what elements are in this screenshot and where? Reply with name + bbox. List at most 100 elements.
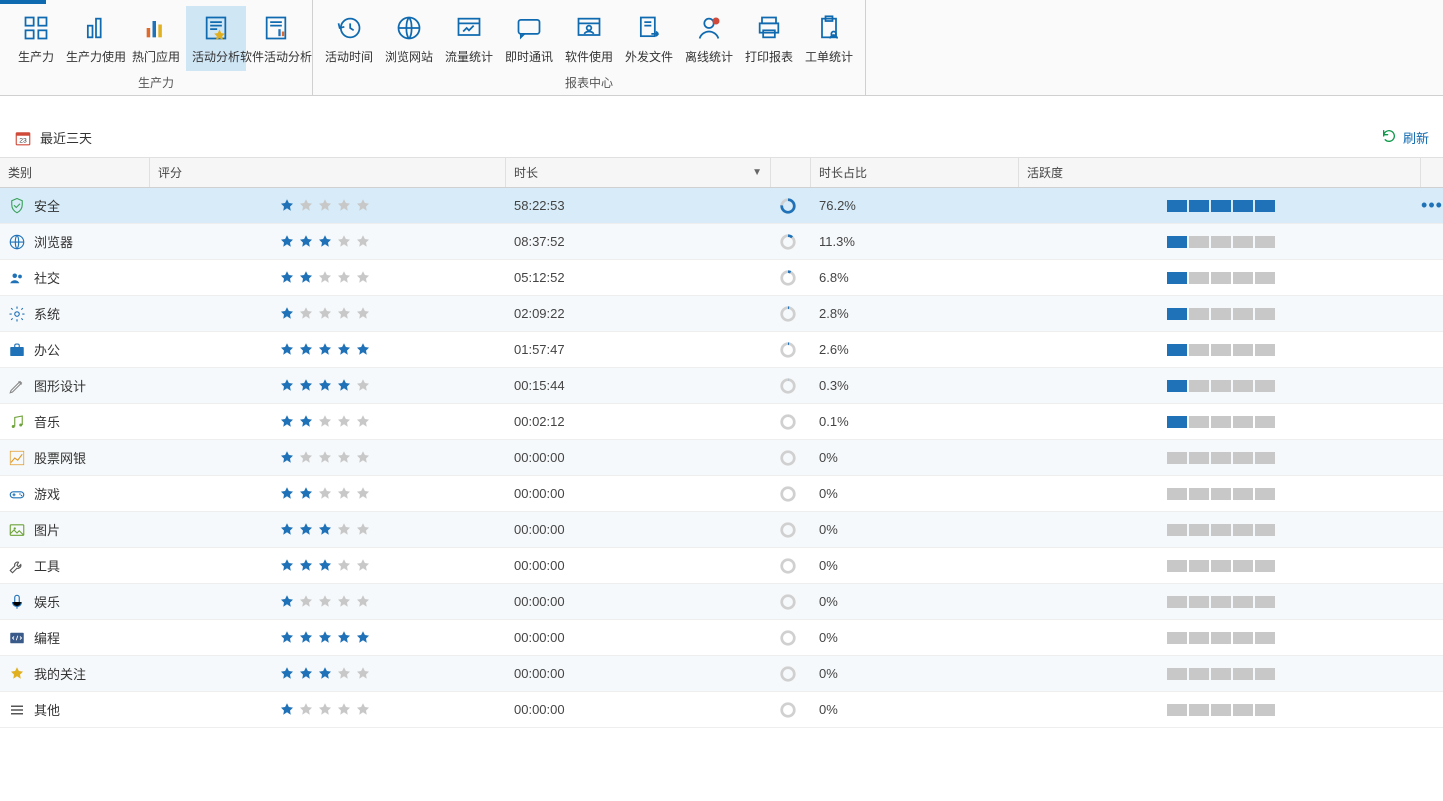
star-icon <box>335 197 353 215</box>
ribbon-item-label: 生产力使用 <box>66 48 126 65</box>
activity-segment <box>1255 200 1275 212</box>
table-row[interactable]: 图形设计00:15:440.3%••• <box>0 368 1443 404</box>
table-row[interactable]: 音乐00:02:120.1%••• <box>0 404 1443 440</box>
table-row[interactable]: 图片00:00:000%••• <box>0 512 1443 548</box>
ribbon-item-activity-time[interactable]: 活动时间 <box>319 6 379 71</box>
cell-category: 股票网银 <box>0 448 150 467</box>
ribbon-item-ticket-stats[interactable]: 工单统计 <box>799 6 859 71</box>
pct-value: 0.1% <box>819 414 849 429</box>
activity-bars <box>1027 272 1275 284</box>
ribbon-item-offline-stats[interactable]: 离线统计 <box>679 6 739 71</box>
table-row[interactable]: 浏览器08:37:5211.3%••• <box>0 224 1443 260</box>
row-actions-button[interactable]: ••• <box>1421 195 1443 216</box>
cell-rating <box>150 701 506 719</box>
star-icon <box>297 305 315 323</box>
cell-category: 游戏 <box>0 484 150 503</box>
menu-icon <box>8 701 26 719</box>
cell-pct: 0% <box>811 666 1019 681</box>
wrench-icon <box>8 557 26 575</box>
activity-bars <box>1027 488 1275 500</box>
table-row[interactable]: 游戏00:00:000%••• <box>0 476 1443 512</box>
activity-segment <box>1233 344 1253 356</box>
ribbon-item-productivity[interactable]: 生产力 <box>6 6 66 71</box>
star-icon <box>297 485 315 503</box>
ribbon-item-popular-apps[interactable]: 热门应用 <box>126 6 186 71</box>
ribbon-item-browse-website[interactable]: 浏览网站 <box>379 6 439 71</box>
pct-value: 0% <box>819 702 838 717</box>
table-row[interactable]: 娱乐00:00:000%••• <box>0 584 1443 620</box>
cell-rating <box>150 557 506 575</box>
table-body: 安全58:22:5376.2%•••浏览器08:37:5211.3%•••社交0… <box>0 188 1443 728</box>
cell-pct: 0.3% <box>811 378 1019 393</box>
clock-back-icon <box>333 12 365 44</box>
ribbon-item-outgoing-files[interactable]: 外发文件 <box>619 6 679 71</box>
table-row[interactable]: 办公01:57:472.6%••• <box>0 332 1443 368</box>
cell-pct-ring <box>771 521 811 539</box>
cell-category: 我的关注 <box>0 664 150 683</box>
progress-ring-icon <box>779 557 797 575</box>
cell-pct: 0% <box>811 522 1019 537</box>
star-icon <box>278 701 296 719</box>
pct-value: 0% <box>819 558 838 573</box>
column-header-activity[interactable]: 活跃度 <box>1019 158 1421 187</box>
progress-ring-icon <box>779 701 797 719</box>
rating-stars <box>158 377 372 395</box>
activity-segment <box>1211 272 1231 284</box>
activity-segment <box>1233 272 1253 284</box>
ribbon-item-label: 热门应用 <box>132 48 180 65</box>
doc-bar-icon <box>260 12 292 44</box>
star-icon <box>316 377 334 395</box>
calendar-icon: 23 <box>14 129 32 147</box>
ribbon-item-instant-messaging[interactable]: 即时通讯 <box>499 6 559 71</box>
cell-activity <box>1019 560 1443 572</box>
cell-duration: 00:00:00 <box>506 522 771 537</box>
progress-ring-icon <box>779 341 797 359</box>
activity-segment <box>1255 668 1275 680</box>
table-row[interactable]: 系统02:09:222.8%••• <box>0 296 1443 332</box>
pct-value: 0% <box>819 450 838 465</box>
star-icon <box>297 521 315 539</box>
ribbon-item-activity-analysis[interactable]: 活动分析 <box>186 6 246 71</box>
duration-value: 00:00:00 <box>514 630 565 645</box>
refresh-icon <box>1381 128 1397 147</box>
ribbon-item-software-activity[interactable]: 软件活动分析 <box>246 6 306 71</box>
rating-stars <box>158 269 372 287</box>
category-label: 编程 <box>34 628 60 647</box>
refresh-button[interactable]: 刷新 <box>1381 128 1429 147</box>
cell-rating <box>150 197 506 215</box>
duration-value: 01:57:47 <box>514 342 565 357</box>
table-row[interactable]: 工具00:00:000%••• <box>0 548 1443 584</box>
activity-segment <box>1211 308 1231 320</box>
star-icon <box>297 449 315 467</box>
activity-segment <box>1189 704 1209 716</box>
progress-ring-icon <box>779 665 797 683</box>
ribbon-item-traffic-stats[interactable]: 流量统计 <box>439 6 499 71</box>
ribbon-item-productivity-usage[interactable]: 生产力使用 <box>66 6 126 71</box>
progress-ring-icon <box>779 629 797 647</box>
table-row[interactable]: 编程00:00:000%••• <box>0 620 1443 656</box>
cell-rating <box>150 485 506 503</box>
chat-icon <box>513 12 545 44</box>
activity-bars <box>1027 524 1275 536</box>
date-range-picker[interactable]: 23 最近三天 <box>14 128 92 147</box>
table-row[interactable]: 股票网银00:00:000%••• <box>0 440 1443 476</box>
cell-duration: 00:00:00 <box>506 666 771 681</box>
activity-segment <box>1167 596 1187 608</box>
column-header-category[interactable]: 类别 <box>0 158 150 187</box>
cell-rating <box>150 305 506 323</box>
column-header-rating[interactable]: 评分 <box>150 158 506 187</box>
table-row[interactable]: 社交05:12:526.8%••• <box>0 260 1443 296</box>
ribbon-item-software-usage[interactable]: 软件使用 <box>559 6 619 71</box>
cell-activity <box>1019 236 1443 248</box>
table-row[interactable]: 其他00:00:000%••• <box>0 692 1443 728</box>
table-row[interactable]: 安全58:22:5376.2%••• <box>0 188 1443 224</box>
column-header-duration[interactable]: 时长▼ <box>506 158 771 187</box>
column-header-duration-pct[interactable]: 时长占比 <box>811 158 1019 187</box>
ribbon-item-print-report[interactable]: 打印报表 <box>739 6 799 71</box>
activity-segment <box>1167 452 1187 464</box>
pct-value: 76.2% <box>819 198 856 213</box>
table-row[interactable]: 我的关注00:00:000%••• <box>0 656 1443 692</box>
activity-segment <box>1167 380 1187 392</box>
star-icon <box>354 305 372 323</box>
cell-duration: 01:57:47 <box>506 342 771 357</box>
